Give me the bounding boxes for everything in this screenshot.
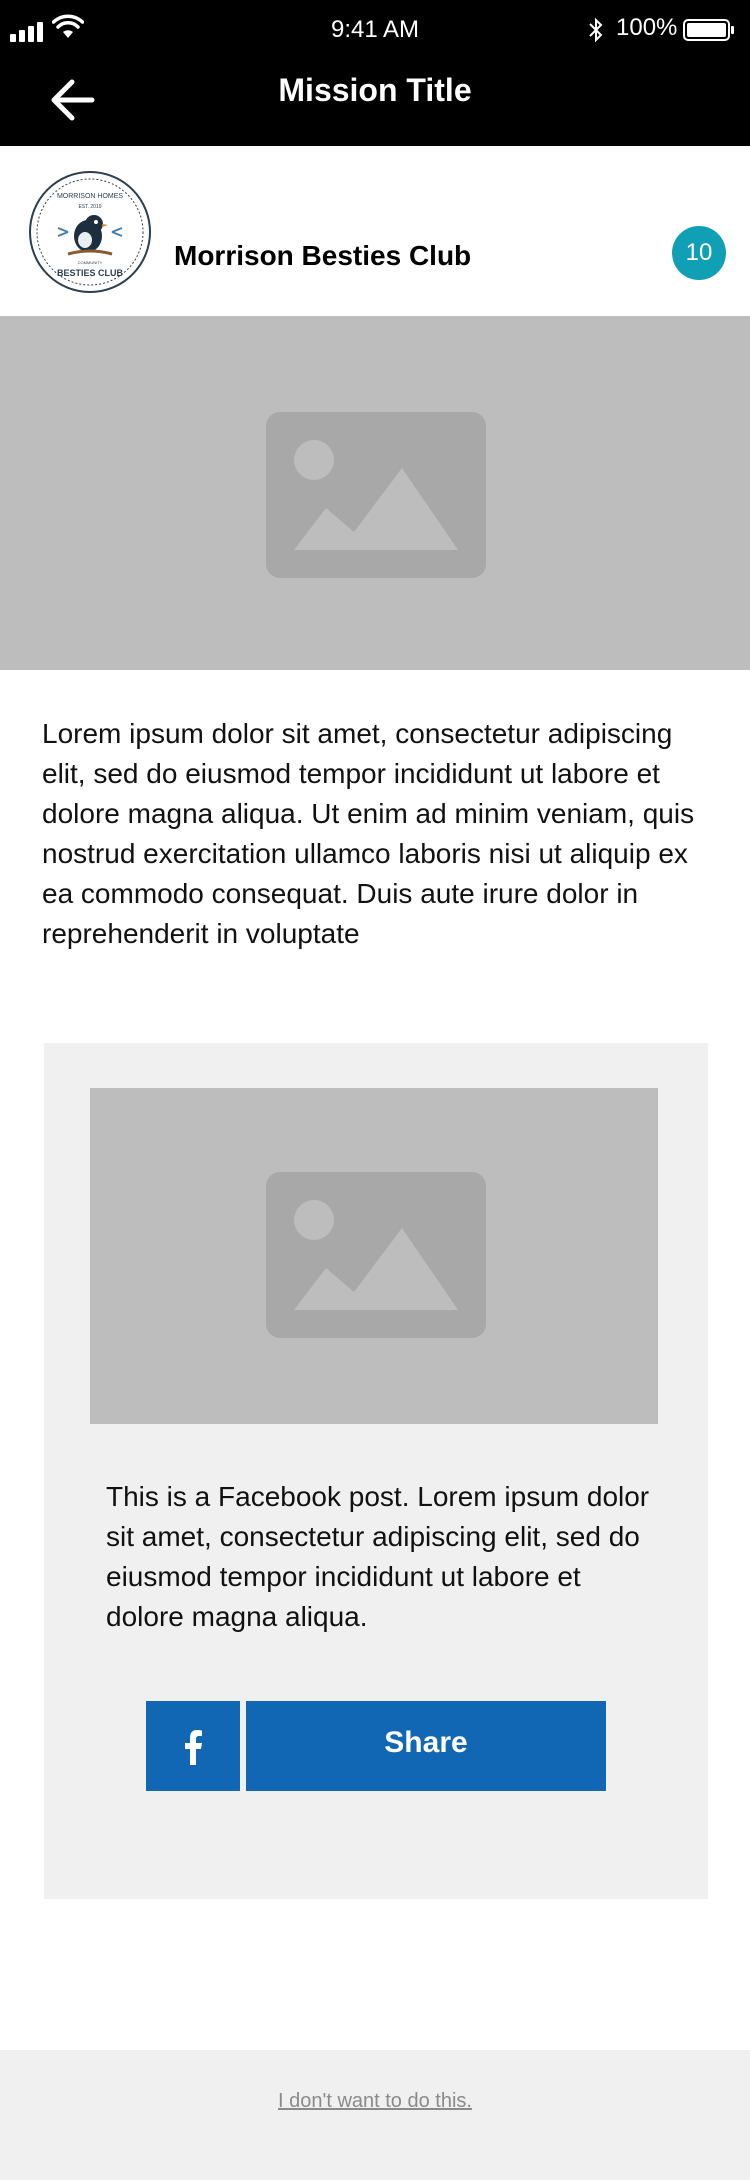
facebook-button[interactable] (146, 1701, 240, 1791)
footer: I don't want to do this. (0, 2050, 750, 2180)
battery-percent: 100% (616, 14, 678, 41)
club-header: MORRISON HOMES EST. 2019 COMMUNITY BESTI… (0, 146, 750, 316)
club-logo: MORRISON HOMES EST. 2019 COMMUNITY BESTI… (29, 171, 151, 293)
facebook-icon (185, 1730, 202, 1765)
bluetooth-icon (589, 17, 603, 43)
top-bar: 9:41 AM 100% Mission Title (0, 0, 750, 146)
page-title: Mission Title (278, 72, 472, 108)
hero-image (0, 316, 750, 670)
club-name: Morrison Besties Club (174, 240, 472, 271)
image-placeholder-icon (266, 412, 486, 578)
count-badge: 10 (672, 226, 726, 280)
post-text: This is a Facebook post. Lorem ipsum dol… (106, 1481, 650, 1632)
facebook-post-card: This is a Facebook post. Lorem ipsum dol… (44, 1043, 708, 1899)
battery-icon (683, 19, 734, 41)
share-button[interactable]: Share (246, 1701, 606, 1791)
logo-bottom-text: BESTIES CLUB (57, 268, 124, 278)
status-bar: 9:41 AM 100% (0, 0, 750, 58)
logo-est-text: EST. 2019 (78, 204, 101, 210)
mission-description: Lorem ipsum dolor sit amet, consectetur … (42, 718, 695, 949)
image-placeholder-icon (266, 1172, 486, 1338)
decline-link[interactable]: I don't want to do this. (0, 2090, 750, 2113)
post-image (90, 1088, 658, 1424)
logo-community-text: COMMUNITY (78, 260, 103, 265)
logo-top-text: MORRISON HOMES (57, 193, 123, 200)
